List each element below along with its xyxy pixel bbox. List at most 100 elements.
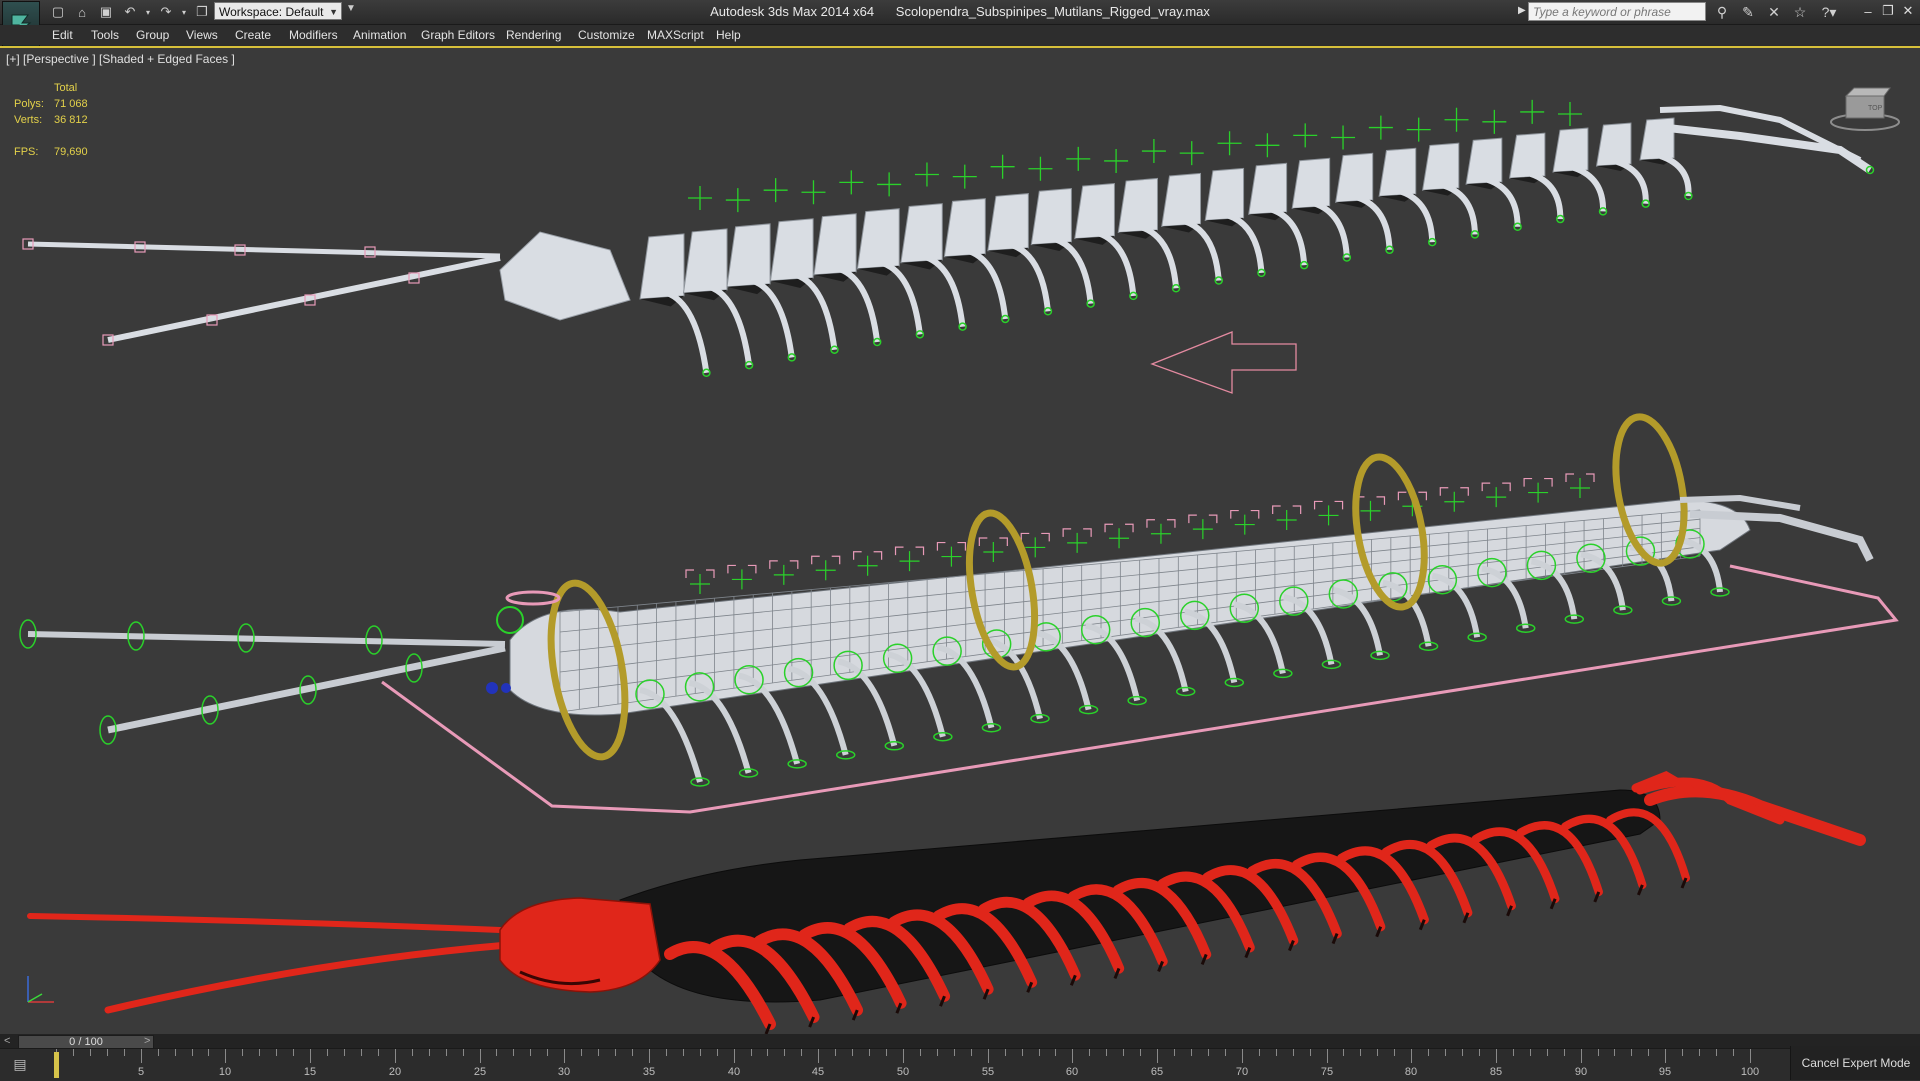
antenna-bone bbox=[27, 241, 501, 259]
ruler-tick-label: 85 bbox=[1489, 1066, 1503, 1078]
point-helper-cross bbox=[1528, 482, 1549, 503]
ruler-tick-label: 95 bbox=[1658, 1066, 1672, 1078]
point-helper-cross bbox=[1025, 537, 1046, 558]
body-segment-bone bbox=[900, 203, 943, 264]
ruler-tick bbox=[259, 1049, 260, 1056]
point-helper-cross bbox=[941, 546, 962, 567]
ruler-tick bbox=[327, 1049, 328, 1056]
ruler-tick bbox=[208, 1049, 209, 1056]
point-helper-cross bbox=[914, 162, 939, 187]
ruler-tick bbox=[1174, 1049, 1175, 1056]
tail-leg-rendered bbox=[1644, 785, 1866, 846]
point-helper-cross bbox=[1150, 523, 1171, 544]
ruler-tick bbox=[1310, 1049, 1311, 1056]
ruler-tick bbox=[920, 1049, 921, 1056]
ruler-tick bbox=[1123, 1049, 1124, 1056]
point-helper-cross bbox=[1444, 107, 1469, 132]
ruler-tick bbox=[1614, 1049, 1615, 1056]
ruler-tick bbox=[1733, 1049, 1734, 1056]
ruler-tick-label: 60 bbox=[1065, 1066, 1079, 1078]
point-helper-cross bbox=[1293, 123, 1318, 148]
ruler-tick bbox=[1631, 1049, 1632, 1056]
ruler-tick bbox=[1089, 1049, 1090, 1056]
point-helper-cross bbox=[1028, 156, 1053, 181]
ruler-tick bbox=[344, 1049, 345, 1056]
ruler-tick-label: 35 bbox=[642, 1066, 656, 1078]
point-helper-cross bbox=[1558, 102, 1582, 126]
ruler-tick bbox=[649, 1049, 650, 1063]
body-segment-bone bbox=[682, 228, 728, 294]
ruler-tick bbox=[818, 1049, 819, 1063]
ruler-tick bbox=[547, 1049, 548, 1056]
ruler-tick-label: 45 bbox=[811, 1066, 825, 1078]
next-frame-button[interactable]: > bbox=[144, 1034, 150, 1048]
playhead-marker[interactable] bbox=[54, 1052, 59, 1078]
point-helper-cross bbox=[801, 180, 826, 205]
ruler-tick bbox=[937, 1049, 938, 1056]
ruler-tick-label: 25 bbox=[473, 1066, 487, 1078]
ruler-tick bbox=[1208, 1049, 1209, 1056]
time-slider[interactable]: 0 / 100 bbox=[18, 1035, 154, 1049]
ruler-tick bbox=[530, 1049, 531, 1056]
ruler-tick bbox=[632, 1049, 633, 1056]
ruler-tick bbox=[1242, 1049, 1243, 1063]
head-control bbox=[496, 606, 524, 634]
ruler-tick bbox=[1276, 1049, 1277, 1056]
ruler-tick-label: 100 bbox=[1740, 1066, 1760, 1078]
ruler-tick bbox=[1106, 1049, 1107, 1056]
ruler-tick-label: 10 bbox=[218, 1066, 232, 1078]
point-helper-cross bbox=[1368, 115, 1393, 140]
point-helper-cross bbox=[1276, 510, 1297, 530]
ruler-tick bbox=[1462, 1049, 1463, 1056]
ruler-tick-label: 5 bbox=[137, 1066, 145, 1078]
ruler-tick bbox=[1327, 1049, 1328, 1063]
ruler-tick bbox=[1750, 1049, 1751, 1063]
point-helper-cross bbox=[1360, 500, 1381, 521]
body-segment-bone bbox=[856, 208, 900, 270]
ruler-tick-label: 75 bbox=[1320, 1066, 1334, 1078]
point-helper-cross bbox=[1234, 514, 1255, 535]
centipede-bone-rig[interactable] bbox=[22, 99, 1875, 378]
ruler-tick bbox=[1259, 1049, 1260, 1056]
point-helper-cross bbox=[1179, 141, 1204, 166]
point-helper-cross bbox=[815, 560, 836, 581]
ruler-tick bbox=[395, 1049, 396, 1063]
ruler-tick bbox=[1496, 1049, 1497, 1063]
body-segment-bone bbox=[1248, 162, 1288, 215]
ruler-tick bbox=[615, 1049, 616, 1056]
direction-arrow-shape[interactable] bbox=[1150, 331, 1297, 394]
frame-ruler[interactable]: 5 10 15 20 25 30 35 40 45 50 55 60 65 70 75 80 85 90 95 100 bbox=[56, 1049, 1759, 1080]
jaw-control bbox=[486, 682, 498, 694]
point-helper-cross bbox=[899, 551, 920, 572]
centipede-control-rig[interactable] bbox=[19, 412, 1899, 814]
ruler-tick bbox=[734, 1049, 735, 1063]
ruler-tick bbox=[1343, 1049, 1344, 1056]
scene-canvas[interactable] bbox=[0, 0, 1920, 1034]
body-segment-bone bbox=[1552, 127, 1589, 173]
ruler-tick bbox=[801, 1049, 802, 1056]
ruler-tick bbox=[1191, 1049, 1192, 1056]
ruler-tick bbox=[1547, 1049, 1548, 1056]
ruler-tick bbox=[496, 1049, 497, 1056]
point-helper-cross bbox=[1570, 478, 1590, 498]
antenna-mesh bbox=[107, 644, 506, 734]
antenna-rendered bbox=[27, 913, 503, 933]
point-helper-cross bbox=[1486, 487, 1507, 508]
ruler-tick bbox=[158, 1049, 159, 1056]
body-segment-bone bbox=[1074, 182, 1115, 240]
ruler-tick bbox=[141, 1049, 142, 1063]
body-segment-bone bbox=[769, 218, 814, 282]
curve-editor-icon[interactable]: ▤ bbox=[6, 1054, 34, 1074]
point-helper-cross bbox=[1444, 491, 1465, 512]
ruler-tick-label: 20 bbox=[388, 1066, 402, 1078]
ruler-tick bbox=[903, 1049, 904, 1063]
ruler-tick bbox=[513, 1049, 514, 1056]
ruler-tick bbox=[869, 1049, 870, 1056]
ruler-tick bbox=[225, 1049, 226, 1063]
centipede-rendered-model[interactable] bbox=[27, 771, 1866, 1034]
cancel-expert-mode-button[interactable]: Cancel Expert Mode bbox=[1790, 1046, 1920, 1080]
ruler-tick bbox=[1513, 1049, 1514, 1056]
point-helper-cross bbox=[1318, 505, 1339, 526]
prev-frame-button[interactable]: < bbox=[4, 1034, 10, 1048]
point-helper-cross bbox=[857, 555, 878, 576]
